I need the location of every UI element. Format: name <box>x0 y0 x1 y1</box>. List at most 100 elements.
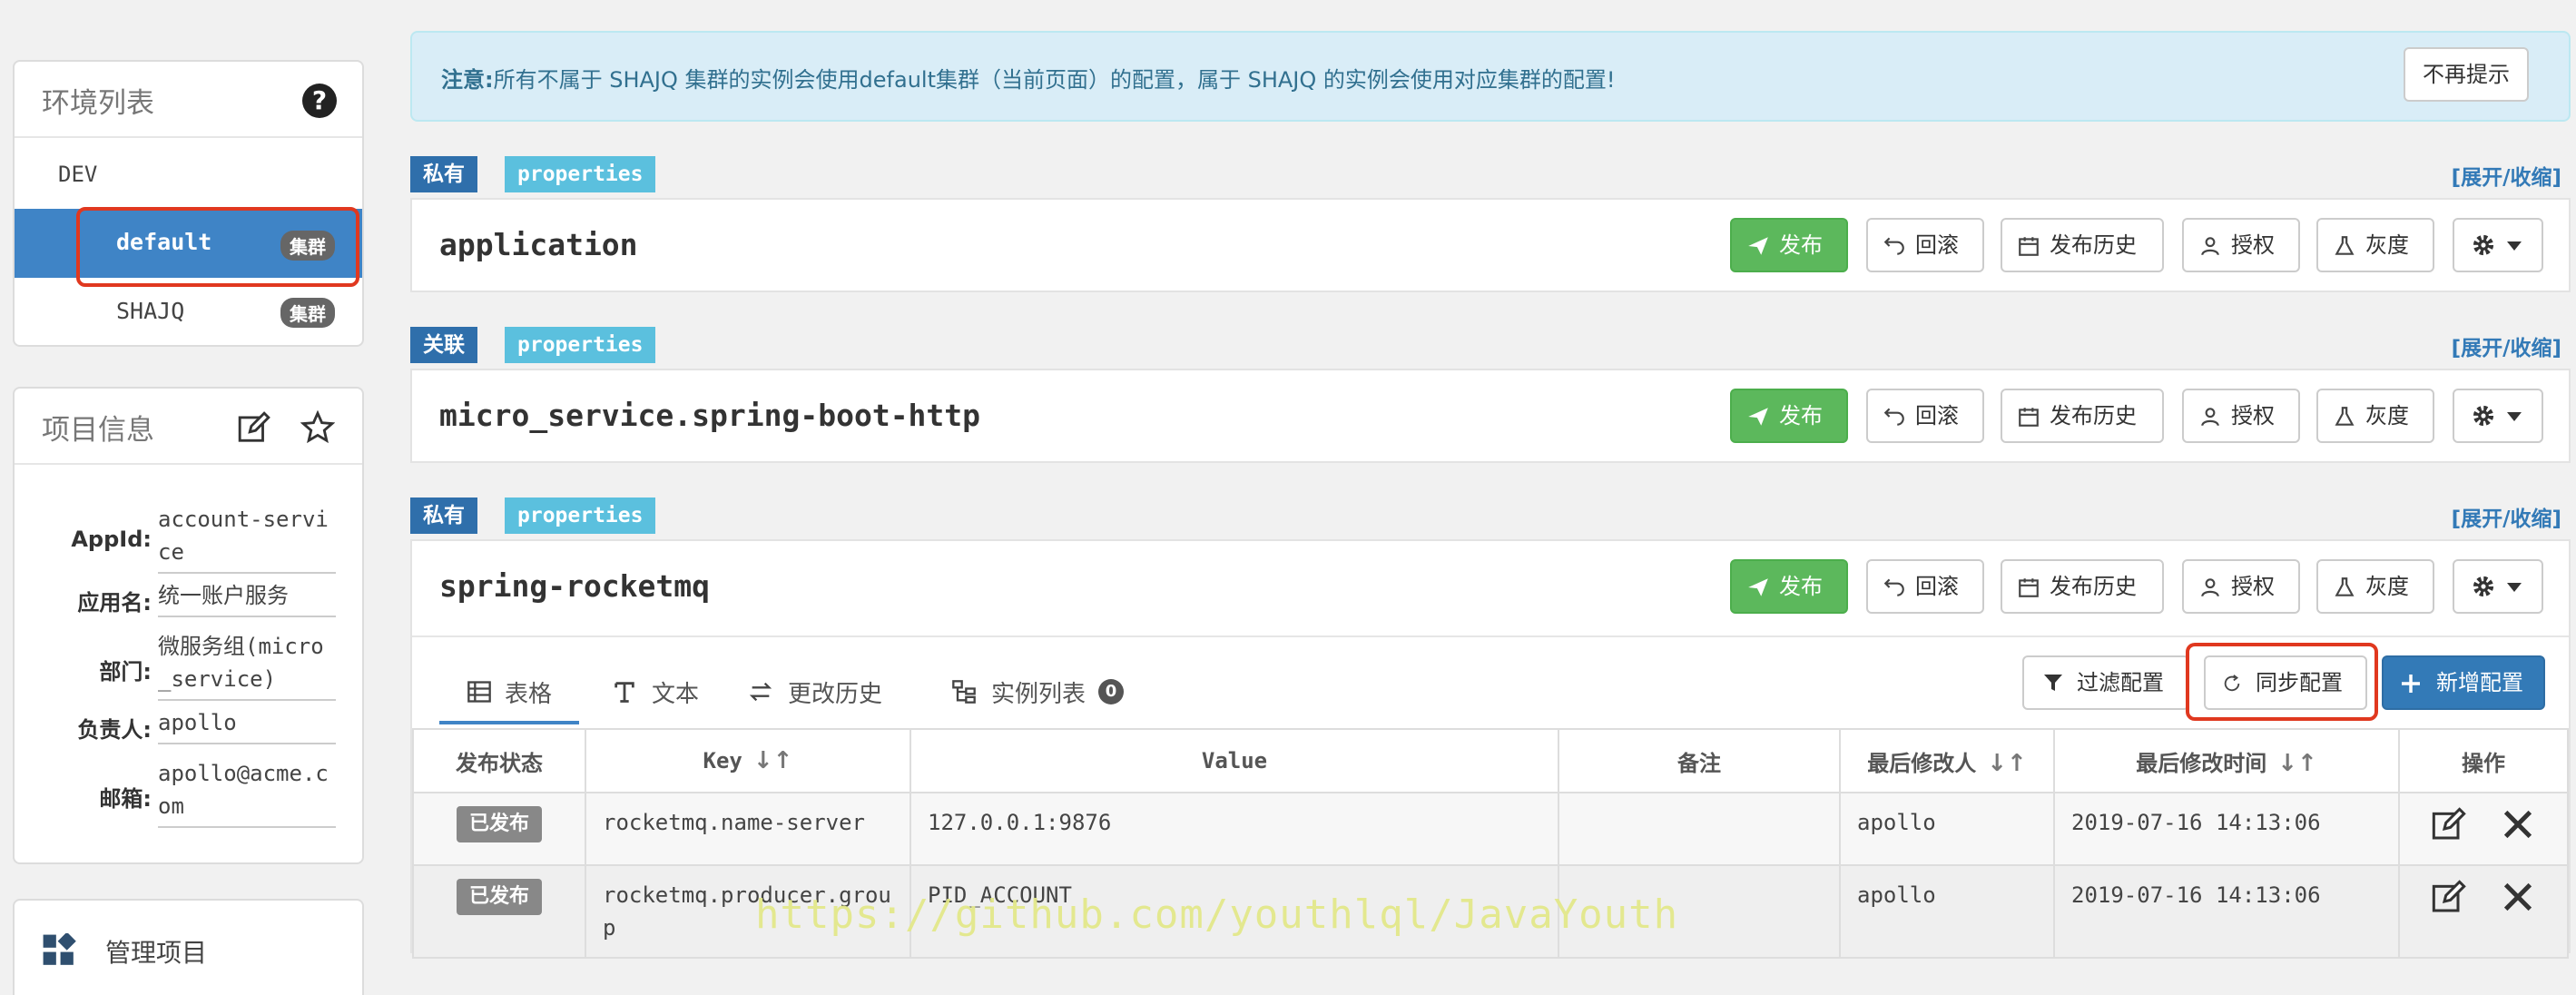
user-icon <box>2201 578 2219 597</box>
release-history-button[interactable]: 发布历史 <box>2001 559 2164 614</box>
text-icon <box>615 682 634 703</box>
namespace-scope-tag: 私有 <box>410 156 477 192</box>
time-cell: 2019-07-16 14:13:06 <box>2053 864 2400 959</box>
caret-down-icon <box>2507 412 2522 421</box>
info-label: 应用名: <box>77 590 152 616</box>
info-label: 邮箱: <box>99 786 152 812</box>
project-info-header: 项目信息 <box>15 389 362 465</box>
release-history-button[interactable]: 发布历史 <box>2001 389 2164 443</box>
project-info-panel: 项目信息 AppId: account-service 应用名: 统一账户服务 … <box>13 387 364 864</box>
rollback-label: 回滚 <box>1915 574 1959 599</box>
edit-icon[interactable] <box>2431 879 2467 915</box>
column-header-time-label: 最后修改时间 <box>2136 750 2267 776</box>
rollback-button[interactable]: 回滚 <box>1866 389 1984 443</box>
modifier-cell: apollo <box>1839 792 2055 866</box>
manage-project-panel[interactable]: 管理项目 <box>13 899 364 995</box>
value-cell: 127.0.0.1:9876 <box>909 792 1559 866</box>
flask-icon <box>2335 236 2355 255</box>
gray-release-button[interactable]: 灰度 <box>2316 389 2434 443</box>
help-icon[interactable]: ? <box>302 84 337 118</box>
tab-change-history[interactable]: 更改历史 <box>748 670 911 724</box>
expand-collapse-link[interactable]: [展开/收缩] <box>2452 160 2561 191</box>
namespace-tags: 私有 properties [展开/收缩] <box>410 156 2571 192</box>
delete-icon[interactable] <box>2500 879 2536 915</box>
star-icon[interactable] <box>300 410 335 445</box>
filter-config-button[interactable]: 过滤配置 <box>2022 655 2189 710</box>
info-label: 部门: <box>99 659 152 685</box>
info-value: 微服务组(micro_service) <box>158 630 336 701</box>
sync-config-button[interactable]: 同步配置 <box>2204 655 2367 710</box>
grant-button[interactable]: 授权 <box>2182 389 2300 443</box>
table-icon <box>467 681 491 703</box>
tab-instances[interactable]: 实例列表 0 <box>951 670 1160 724</box>
sync-icon <box>2224 675 2240 692</box>
edit-icon[interactable] <box>2431 806 2467 842</box>
sort-icon[interactable]: ↓↑ <box>2277 750 2317 777</box>
namespace-tags: 私有 properties [展开/收缩] <box>410 498 2571 534</box>
grant-label: 授权 <box>2231 403 2275 429</box>
instance-count-badge: 0 <box>1098 679 1124 704</box>
column-header-key-label: Key <box>703 748 742 773</box>
settings-dropdown-button[interactable] <box>2453 218 2543 272</box>
tab-label: 实例列表 <box>991 681 1086 708</box>
release-history-label: 发布历史 <box>2050 574 2137 599</box>
tab-text[interactable]: 文本 <box>612 670 712 724</box>
grant-button[interactable]: 授权 <box>2182 218 2300 272</box>
expand-collapse-link[interactable]: [展开/收缩] <box>2452 330 2561 361</box>
time-cell: 2019-07-16 14:13:06 <box>2053 792 2400 866</box>
publish-button[interactable]: 发布 <box>1730 389 1848 443</box>
manage-project-label: 管理项目 <box>105 938 208 968</box>
calendar-icon <box>2019 578 2039 597</box>
rollback-button[interactable]: 回滚 <box>1866 559 1984 614</box>
cluster-name: default <box>116 229 212 255</box>
release-history-button[interactable]: 发布历史 <box>2001 218 2164 272</box>
cluster-item-shajq[interactable]: SHAJQ 集群 <box>15 278 362 347</box>
add-config-label: 新增配置 <box>2436 670 2523 695</box>
send-icon <box>1748 578 1768 596</box>
grant-label: 授权 <box>2231 232 2275 258</box>
env-list-title: 环境列表 <box>42 87 154 120</box>
grant-button[interactable]: 授权 <box>2182 559 2300 614</box>
gray-release-button[interactable]: 灰度 <box>2316 218 2434 272</box>
gray-release-button[interactable]: 灰度 <box>2316 559 2434 614</box>
edit-icon[interactable] <box>237 410 271 445</box>
cluster-badge: 集群 <box>280 231 335 261</box>
namespace-actions: 发布 回滚 发布历史 授权 灰度 <box>412 218 2569 272</box>
namespace-scope-tag: 私有 <box>410 498 477 534</box>
column-header-modifier[interactable]: 最后修改人 ↓↑ <box>1839 728 2055 793</box>
sort-icon[interactable]: ↓↑ <box>1987 750 2027 777</box>
publish-button[interactable]: 发布 <box>1730 218 1848 272</box>
info-label: AppId: <box>71 527 152 552</box>
sort-icon[interactable]: ↓↑ <box>753 747 793 774</box>
namespace-actions: 发布 回滚 发布历史 授权 灰度 <box>412 389 2569 443</box>
release-history-label: 发布历史 <box>2050 403 2137 429</box>
send-icon <box>1748 237 1768 255</box>
comment-cell <box>1558 792 1841 866</box>
watermark-text: https://github.com/youthlql/JavaYouth <box>755 892 1679 938</box>
dismiss-notice-button[interactable]: 不再提示 <box>2404 47 2529 102</box>
filter-icon <box>2044 675 2062 691</box>
gray-release-label: 灰度 <box>2365 232 2409 258</box>
add-config-button[interactable]: 新增配置 <box>2382 655 2545 710</box>
caret-down-icon <box>2507 241 2522 251</box>
notice-prefix: 注意: <box>441 67 494 93</box>
rollback-button[interactable]: 回滚 <box>1866 218 1984 272</box>
tab-table[interactable]: 表格 <box>439 670 579 724</box>
expand-collapse-link[interactable]: [展开/收缩] <box>2452 501 2561 532</box>
info-value: 统一账户服务 <box>158 579 336 617</box>
env-item-dev[interactable]: DEV <box>58 162 97 187</box>
status-badge: 已发布 <box>456 806 542 842</box>
rollback-label: 回滚 <box>1915 232 1959 258</box>
cluster-notice-alert: 注意:所有不属于 SHAJQ 集群的实例会使用default集群（当前页面）的配… <box>410 31 2571 122</box>
settings-dropdown-button[interactable] <box>2453 389 2543 443</box>
plus-icon <box>2402 675 2420 693</box>
delete-icon[interactable] <box>2500 806 2536 842</box>
namespace-format-tag: properties <box>505 156 656 192</box>
publish-label: 发布 <box>1779 574 1823 599</box>
cluster-item-default[interactable]: default 集群 <box>15 209 362 278</box>
column-header-key[interactable]: Key ↓↑ <box>585 728 911 793</box>
column-header-modifier-label: 最后修改人 <box>1867 750 1977 776</box>
publish-button[interactable]: 发布 <box>1730 559 1848 614</box>
column-header-time[interactable]: 最后修改时间 ↓↑ <box>2053 728 2400 793</box>
settings-dropdown-button[interactable] <box>2453 559 2543 614</box>
